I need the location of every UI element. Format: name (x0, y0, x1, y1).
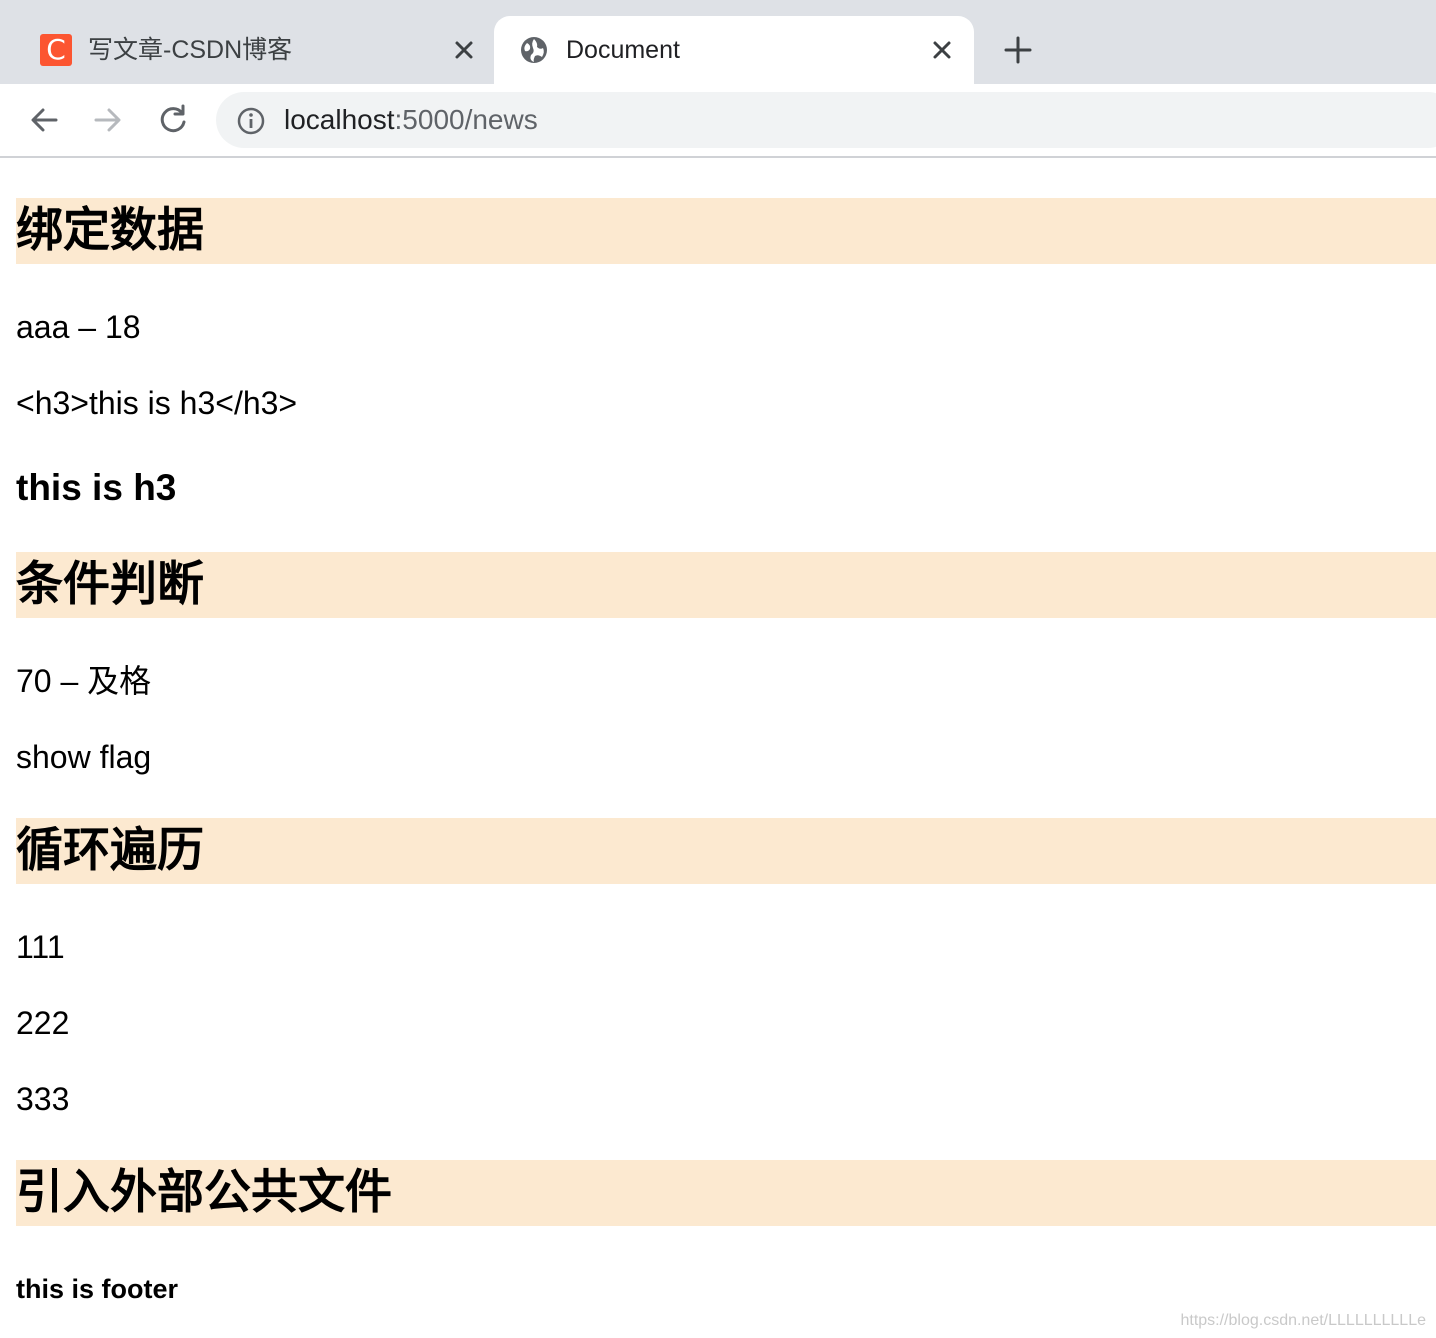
browser-toolbar: localhost:5000/news (0, 84, 1436, 158)
list-item: 333 (16, 1081, 70, 1117)
list-item: 111 (16, 929, 65, 965)
tab-strip: C 写文章-CSDN博客 Document (0, 0, 1436, 84)
condition-line-score: 70 – 及格 (16, 663, 152, 699)
url-path: :5000/news (394, 104, 538, 135)
bind-rendered-h3: this is h3 (16, 467, 177, 508)
url-text: localhost:5000/news (284, 104, 538, 136)
section-heading-loop: 循环遍历 (16, 818, 1436, 884)
tab-title: Document (566, 36, 680, 64)
reload-icon[interactable] (155, 102, 191, 138)
bind-line-name-age: aaa – 18 (16, 309, 141, 345)
forward-arrow-icon[interactable] (90, 102, 126, 138)
close-icon[interactable] (450, 36, 478, 64)
address-bar[interactable]: localhost:5000/news (216, 92, 1436, 148)
footer-text: this is footer (16, 1274, 179, 1304)
list-item: 222 (16, 1005, 70, 1041)
url-host: localhost (284, 104, 395, 135)
section-heading-condition: 条件判断 (16, 552, 1436, 618)
new-tab-plus-icon[interactable] (1002, 34, 1034, 66)
watermark: https://blog.csdn.net/LLLLLLLLLLe (1180, 1312, 1426, 1329)
section-heading-include: 引入外部公共文件 (16, 1160, 1436, 1226)
csdn-favicon-icon: C (40, 34, 72, 66)
info-icon[interactable] (236, 106, 266, 136)
tab-title: 写文章-CSDN博客 (88, 36, 293, 64)
tab-csdn[interactable]: C 写文章-CSDN博客 (0, 16, 492, 84)
page-content: 绑定数据 aaa – 18 <h3>this is h3</h3> this i… (0, 158, 1436, 1338)
tab-document[interactable]: Document (494, 16, 974, 84)
globe-icon (521, 37, 547, 63)
close-icon[interactable] (928, 36, 956, 64)
section-heading-bind-data: 绑定数据 (16, 198, 1436, 264)
back-arrow-icon[interactable] (26, 102, 62, 138)
condition-line-flag: show flag (16, 739, 152, 775)
bind-line-raw-html: <h3>this is h3</h3> (16, 385, 298, 421)
